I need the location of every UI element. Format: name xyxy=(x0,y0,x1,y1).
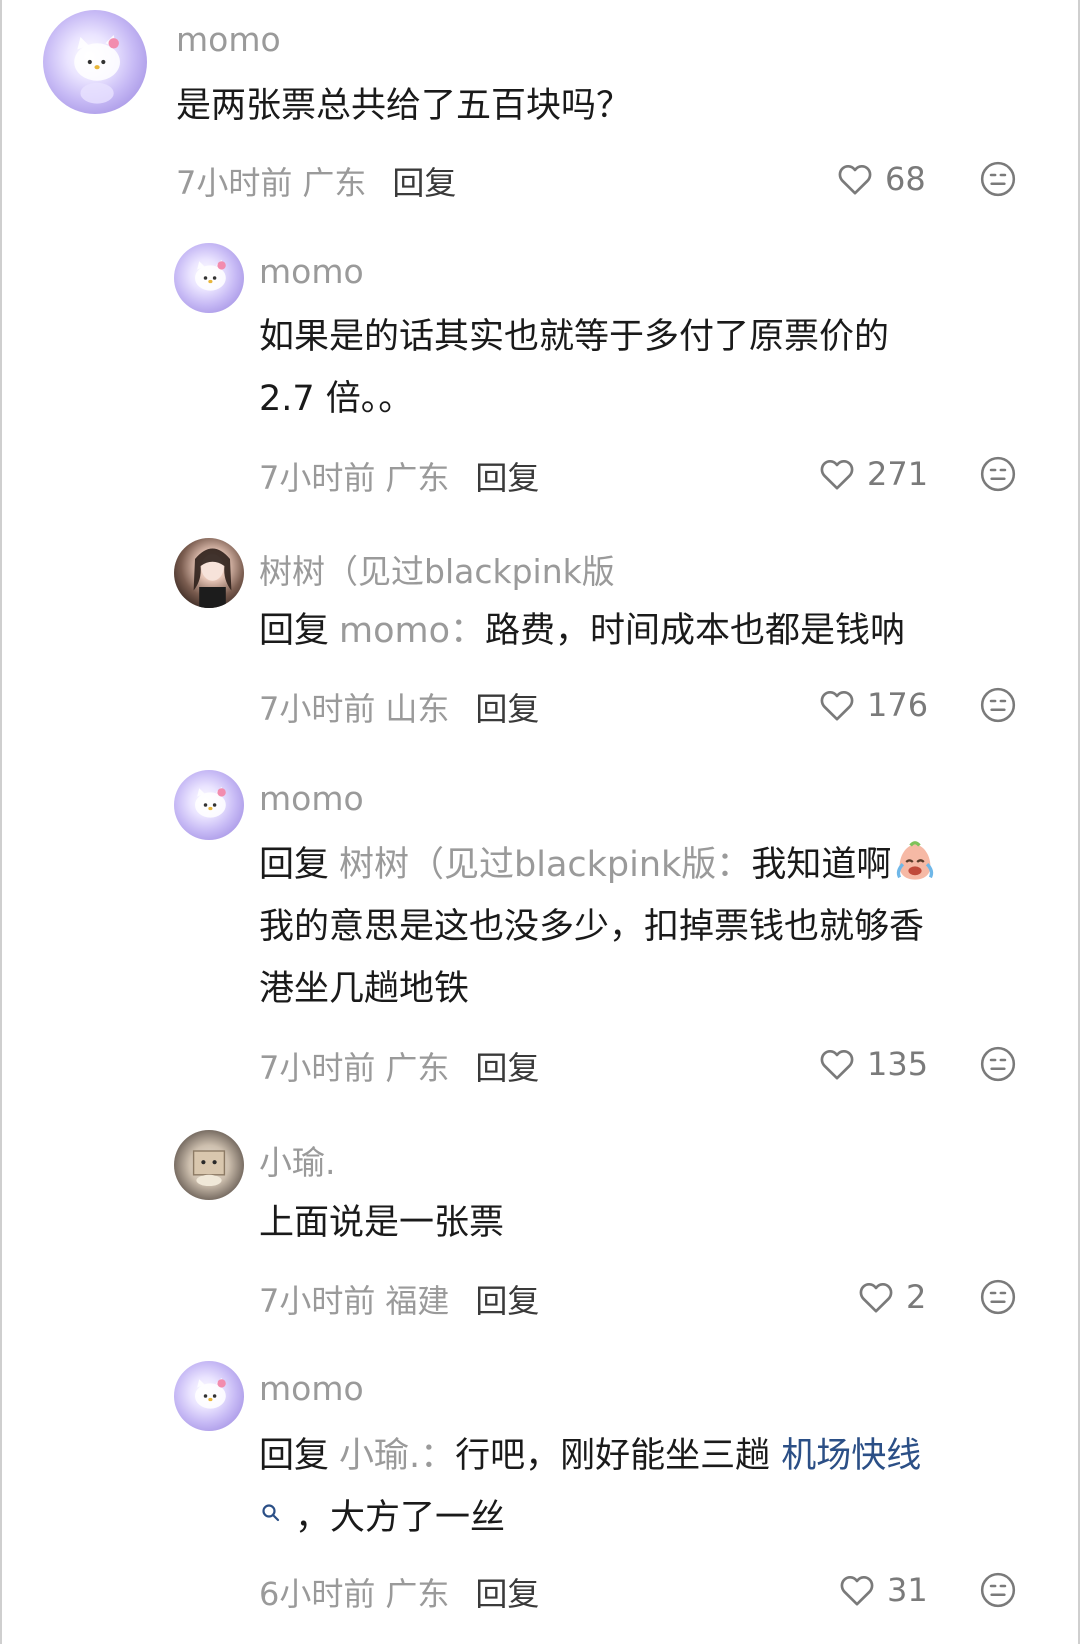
reply-button[interactable]: 回复 xyxy=(475,690,539,728)
hello-kitty-avatar-icon xyxy=(195,1377,226,1409)
comment-text-line: 回复 小瑜.：行吧，刚好能坐三趟 机场快线 xyxy=(259,1425,921,1487)
like-button[interactable]: 31 xyxy=(837,1568,928,1612)
comment-meta: 7小时前 山东 回复 xyxy=(259,684,539,730)
meh-face-icon[interactable] xyxy=(979,1278,1017,1316)
reply-button[interactable]: 回复 xyxy=(475,1575,539,1613)
comment-text-line: 上面说是一张票 xyxy=(259,1203,505,1243)
reply-button[interactable]: 回复 xyxy=(475,1049,539,1087)
comment-text: 是两张票总共给了五百块吗？ xyxy=(176,75,631,137)
comment-text-line: 回复 momo：路费，时间成本也都是钱呐 xyxy=(259,600,905,662)
comment-meta: 7小时前 广东 回复 xyxy=(259,1043,539,1089)
reply-button[interactable]: 回复 xyxy=(392,164,456,202)
heart-outline-icon xyxy=(820,690,854,721)
heart-outline-icon xyxy=(840,1575,874,1606)
avatar[interactable] xyxy=(174,538,244,608)
comment-text: 上面说是一张票 xyxy=(259,1192,504,1254)
comment-text: 回复 momo：路费，时间成本也都是钱呐 xyxy=(259,600,905,662)
comment-time: 6小时前 xyxy=(259,1575,376,1613)
meh-face-icon[interactable] xyxy=(979,160,1017,198)
comment-meta: 7小时前 福建 回复 xyxy=(259,1276,539,1322)
comment-text-line: 回复 树树（见过blackpink版：我知道啊 xyxy=(259,834,937,896)
comment-text-line: 2.7 倍。。 xyxy=(259,379,414,419)
heart-outline-icon xyxy=(838,164,872,195)
comment-meta: 6小时前 广东 回复 xyxy=(259,1569,539,1615)
like-button[interactable]: 2 xyxy=(856,1275,926,1319)
meh-face-icon[interactable] xyxy=(979,1045,1017,1083)
reply-prefix: 回复 xyxy=(259,845,330,885)
comment-author[interactable]: momo xyxy=(259,779,364,818)
left-edge xyxy=(0,0,2,1644)
reply-target[interactable]: 树树（见过blackpink版： xyxy=(339,845,751,885)
like-count: 2 xyxy=(906,1278,927,1316)
comment-author[interactable]: momo xyxy=(176,20,281,59)
comment-meta: 7小时前 广东 回复 xyxy=(176,158,456,204)
avatar[interactable] xyxy=(174,770,244,840)
reply-button[interactable]: 回复 xyxy=(475,1282,539,1320)
meh-face-icon[interactable] xyxy=(979,455,1017,493)
comment-text-line: 是两张票总共给了五百块吗？ xyxy=(176,86,632,126)
comment-location: 山东 xyxy=(385,690,450,728)
hello-kitty-avatar-icon xyxy=(195,786,226,818)
comment-text: 回复 树树（见过blackpink版：我知道啊 我的意思是这也没多少，扣掉票钱也就… xyxy=(259,834,937,1020)
comment-text-line: 如果是的话其实也就等于多付了原票价的 xyxy=(259,317,890,357)
like-count: 68 xyxy=(885,160,926,198)
like-button[interactable]: 176 xyxy=(817,683,928,727)
like-count: 31 xyxy=(887,1571,928,1609)
comment-time: 7小时前 xyxy=(259,1049,376,1087)
comment-time: 7小时前 xyxy=(176,164,293,202)
like-button[interactable]: 68 xyxy=(835,157,926,201)
comment-author[interactable]: momo xyxy=(259,252,364,291)
comment-author[interactable]: 树树（见过blackpink版 xyxy=(259,545,615,593)
reply-target[interactable]: 小瑜.： xyxy=(339,1436,455,1476)
heart-outline-icon xyxy=(820,459,854,490)
reply-body: ，大方了一丝 xyxy=(295,1498,506,1538)
comment-text-line: 我的意思是这也没多少，扣掉票钱也就够香 xyxy=(259,907,925,947)
hello-kitty-avatar-icon xyxy=(74,34,120,104)
like-button[interactable]: 135 xyxy=(817,1042,928,1086)
avatar[interactable] xyxy=(174,1130,244,1200)
meh-face-icon[interactable] xyxy=(979,686,1017,724)
reply-body: 我知道啊 xyxy=(751,845,892,885)
comment-location: 广东 xyxy=(302,164,367,202)
comment-author[interactable]: 小瑜. xyxy=(259,1136,336,1184)
keyword-link[interactable]: 机场快线 xyxy=(781,1436,921,1476)
avatar[interactable] xyxy=(174,1361,244,1431)
like-count: 271 xyxy=(867,455,929,493)
comment-author[interactable]: momo xyxy=(259,1369,364,1408)
comment-location: 广东 xyxy=(385,1049,450,1087)
like-button[interactable]: 271 xyxy=(817,452,928,496)
person-avatar-icon xyxy=(193,548,232,608)
reply-button[interactable]: 回复 xyxy=(475,459,539,497)
reply-target[interactable]: momo： xyxy=(339,611,485,651)
crying-laughing-emoji xyxy=(897,841,934,880)
reply-body: 行吧，刚好能坐三趟 xyxy=(455,1436,782,1476)
box-character-avatar-icon xyxy=(192,1150,226,1186)
comment-time: 7小时前 xyxy=(259,690,376,728)
search-icon[interactable] xyxy=(259,1501,283,1525)
meh-face-icon[interactable] xyxy=(979,1571,1017,1609)
comment-location: 福建 xyxy=(385,1282,450,1320)
hello-kitty-avatar-icon xyxy=(195,259,226,291)
comment-text-line: ，大方了一丝 xyxy=(259,1487,921,1549)
comment-location: 广东 xyxy=(385,1575,450,1613)
comment-location: 广东 xyxy=(385,459,450,497)
comment-meta: 7小时前 广东 回复 xyxy=(259,453,539,499)
reply-prefix: 回复 xyxy=(259,611,330,651)
avatar[interactable] xyxy=(174,243,244,313)
reply-prefix: 回复 xyxy=(259,1436,330,1476)
comment-text-line: 港坐几趟地铁 xyxy=(259,969,470,1009)
like-count: 176 xyxy=(867,686,929,724)
like-count: 135 xyxy=(867,1045,929,1083)
avatar[interactable] xyxy=(43,10,147,114)
comment-text: 回复 小瑜.：行吧，刚好能坐三趟 机场快线 ，大方了一丝 xyxy=(259,1425,921,1549)
heart-outline-icon xyxy=(859,1282,893,1313)
heart-outline-icon xyxy=(820,1049,854,1080)
reply-body: 路费，时间成本也都是钱呐 xyxy=(485,611,906,651)
comment-time: 7小时前 xyxy=(259,459,376,497)
comment-time: 7小时前 xyxy=(259,1282,376,1320)
comment-text: 如果是的话其实也就等于多付了原票价的 2.7 倍。。 xyxy=(259,306,889,430)
